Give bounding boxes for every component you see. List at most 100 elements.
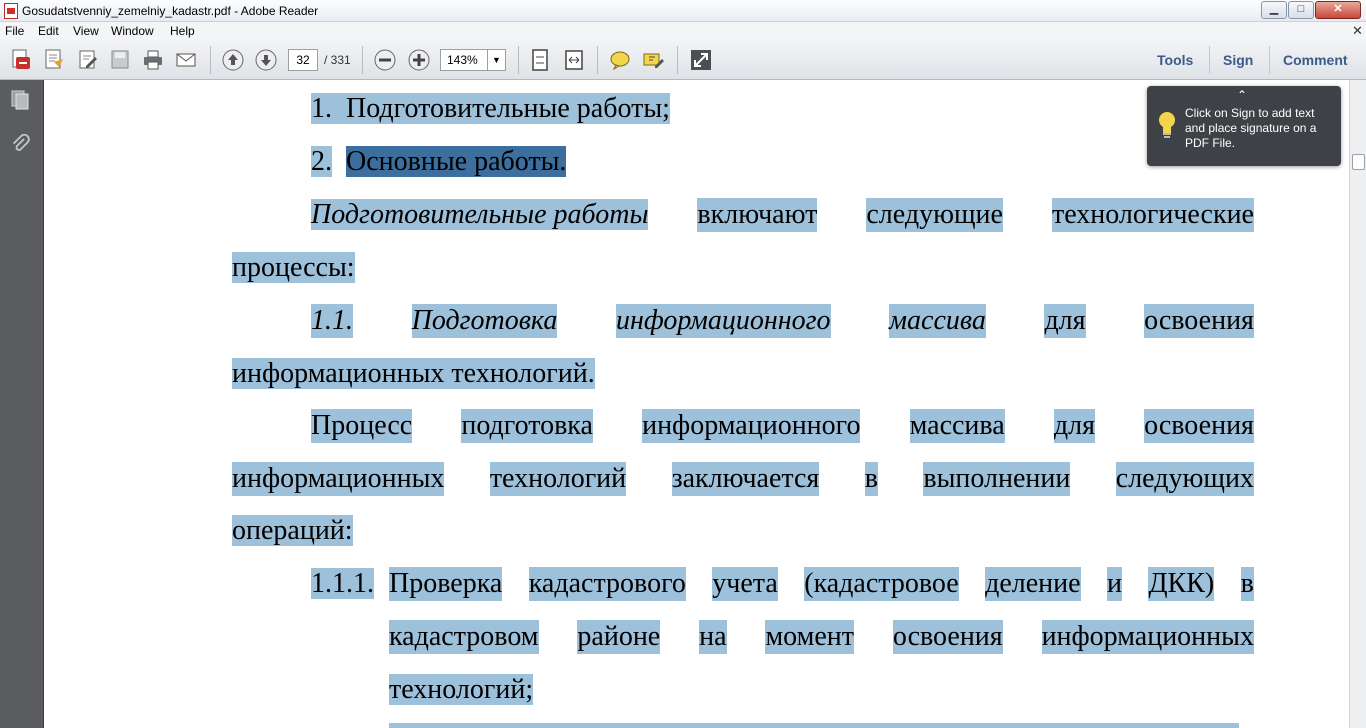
doc-line: информационных технологий. — [232, 357, 595, 391]
doc-word: освоения — [1144, 409, 1254, 443]
doc-word: ДКК) — [1148, 567, 1215, 601]
close-document-button[interactable]: ✕ — [1352, 23, 1363, 39]
navigation-pane — [0, 80, 43, 728]
doc-text: Основные работы. — [346, 146, 567, 177]
email-button[interactable] — [173, 48, 199, 72]
doc-line: 1.1.1. — [311, 567, 374, 601]
tooltip-text: Click on Sign to add text and place sign… — [1185, 106, 1317, 150]
toolbar: 32 / 331 143% ▼ Tools Sign Comment — [0, 40, 1366, 80]
doc-line: Проверка кадастрового учета (кадастровое… — [389, 567, 1254, 601]
doc-word: информационных — [1041, 620, 1254, 654]
full-screen-button[interactable] — [688, 48, 714, 72]
doc-word: (кадастровое — [804, 567, 959, 601]
paperclip-icon — [12, 133, 30, 151]
menu-file[interactable]: File — [5, 24, 24, 38]
document-view[interactable]: 1. Подготовительные работы; 2. Основные … — [43, 80, 1349, 728]
doc-line: процессы: — [232, 251, 355, 285]
list-number: 2. — [311, 146, 332, 177]
zoom-select[interactable]: 143% ▼ — [440, 49, 506, 71]
menu-help[interactable]: Help — [170, 24, 195, 38]
toolbar-separator — [210, 46, 211, 74]
pages-icon — [11, 90, 29, 110]
print-button[interactable] — [140, 48, 166, 72]
doc-word: на — [699, 620, 727, 654]
fit-page-button[interactable] — [527, 48, 553, 72]
list-number: 1. — [311, 93, 332, 124]
zoom-in-button[interactable] — [406, 48, 432, 72]
save-button[interactable] — [107, 48, 133, 72]
doc-line: 1.1. Подготовка информационного массива … — [311, 304, 1254, 338]
doc-text: П — [311, 199, 332, 230]
doc-word: и — [1107, 567, 1123, 601]
doc-word: 1.1. — [311, 304, 353, 338]
doc-word: для — [1044, 304, 1086, 338]
doc-text: одготовительные работы — [331, 199, 649, 230]
menu-window[interactable]: Window — [111, 24, 154, 38]
doc-text: операций: — [232, 515, 353, 546]
close-window-button[interactable]: ✕ — [1315, 1, 1361, 19]
doc-text: Подготовительные работы; — [346, 93, 670, 124]
doc-line: кадастровом районе на момент освоения ин… — [389, 620, 1254, 654]
doc-word: следующих — [1115, 462, 1254, 496]
fit-width-button[interactable] — [561, 48, 587, 72]
fit-width-icon — [565, 50, 583, 70]
page-thumbnails-button[interactable] — [8, 88, 32, 112]
doc-word: для — [1053, 409, 1095, 443]
doc-word: следующие — [866, 198, 1003, 232]
doc-line: операций: — [232, 514, 353, 548]
sticky-note-button[interactable] — [607, 48, 633, 72]
page-number-input[interactable]: 32 — [288, 49, 318, 71]
plus-icon — [408, 49, 430, 71]
chevron-down-icon[interactable]: ▼ — [487, 50, 505, 70]
arrow-down-icon — [255, 49, 277, 71]
doc-word: освоения — [892, 620, 1003, 654]
sign-tab[interactable]: Sign — [1223, 52, 1253, 68]
previous-page-button[interactable] — [220, 48, 246, 72]
sign-tooltip: ⌃ Click on Sign to add text and place si… — [1147, 86, 1341, 166]
create-pdf-button[interactable] — [8, 48, 34, 72]
zoom-out-button[interactable] — [372, 48, 398, 72]
save-icon — [111, 50, 129, 69]
doc-line: 2. Основные работы. — [311, 145, 567, 179]
speech-bubble-icon — [610, 51, 630, 71]
toolbar-separator — [1209, 46, 1210, 74]
doc-word: Проверка — [389, 567, 503, 601]
tools-tab[interactable]: Tools — [1157, 52, 1193, 68]
comment-tab[interactable]: Comment — [1283, 52, 1348, 68]
highlight-text-button[interactable] — [640, 48, 666, 72]
doc-word: выполнении — [923, 462, 1071, 496]
attachments-button[interactable] — [8, 132, 32, 156]
open-button[interactable] — [41, 48, 67, 72]
menu-view[interactable]: View — [73, 24, 99, 38]
lightbulb-icon — [1159, 112, 1175, 138]
doc-word: момент — [765, 620, 854, 654]
scrollbar-thumb[interactable] — [1352, 154, 1365, 170]
edit-button[interactable] — [75, 48, 101, 72]
edit-document-icon — [79, 50, 97, 69]
doc-text: информационных технологий. — [232, 358, 595, 389]
pdf-file-icon — [4, 3, 18, 19]
printer-icon — [144, 50, 162, 70]
vertical-scrollbar[interactable] — [1349, 80, 1366, 728]
create-pdf-icon — [12, 49, 30, 69]
doc-word: деление — [985, 567, 1081, 601]
chevron-up-icon[interactable]: ⌃ — [1237, 88, 1247, 102]
next-page-button[interactable] — [253, 48, 279, 72]
list-number: 1.1.1. — [311, 568, 374, 599]
doc-word: кадастрового — [528, 567, 686, 601]
minimize-button[interactable]: ▁ — [1261, 1, 1287, 19]
page-total: / 331 — [324, 53, 351, 67]
title-bar: Gosudatstvenniy_zemelniy_kadastr.pdf - A… — [0, 0, 1366, 22]
maximize-button[interactable]: □ — [1288, 1, 1314, 19]
doc-line: 1. Подготовительные работы; — [311, 92, 707, 126]
doc-text: технологий; — [389, 674, 534, 705]
doc-word: освоения — [1144, 304, 1254, 338]
doc-word: информационных — [232, 462, 445, 496]
toolbar-separator — [1269, 46, 1270, 74]
doc-word: подготовка — [461, 409, 593, 443]
doc-word: включают — [697, 198, 818, 232]
selection-highlight — [389, 723, 1239, 728]
expand-icon — [691, 50, 711, 70]
menu-edit[interactable]: Edit — [38, 24, 59, 38]
doc-line: информационных технологий заключается в … — [232, 462, 1254, 496]
